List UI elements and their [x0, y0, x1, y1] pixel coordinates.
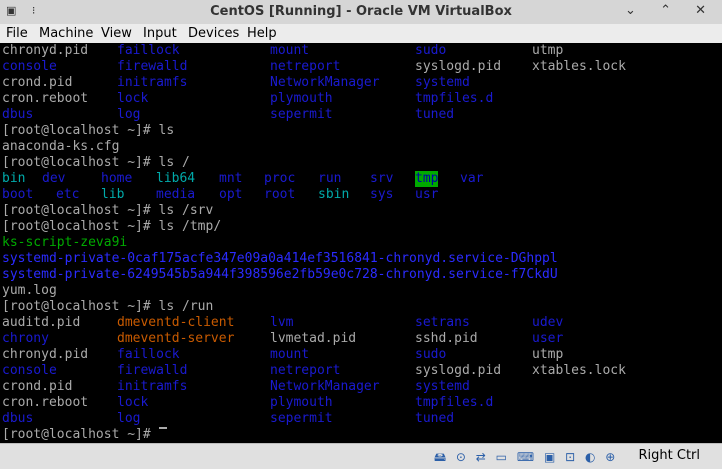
- terminal-entry: opt: [219, 187, 243, 202]
- menu-bar: File Machine View Input Devices Help: [0, 24, 722, 44]
- menu-machine[interactable]: Machine: [39, 25, 93, 42]
- terminal-entry: bin: [2, 171, 26, 186]
- terminal-entry: mount: [270, 43, 310, 58]
- terminal-entry: sudo: [415, 347, 447, 362]
- terminal-entry: log: [117, 411, 141, 426]
- terminal-entry: cron.reboot: [2, 91, 89, 106]
- terminal-entry: initramfs: [117, 75, 188, 90]
- menu-help[interactable]: Help: [247, 25, 277, 42]
- status-bar: 🖴 ⊙ ⇄ ▭ ⌨ ▣ ⊡ ◐ ⊕ Right Ctrl: [0, 443, 722, 469]
- shell-prompt: [root@localhost ~]# ls /tmp/: [2, 219, 222, 234]
- terminal-entry: NetworkManager: [270, 379, 380, 394]
- terminal-entry: syslogd.pid: [415, 59, 502, 74]
- terminal-entry: netreport: [270, 363, 341, 378]
- terminal-entry: dmeventd-server: [117, 331, 235, 346]
- window-title: CentOS [Running] - Oracle VM VirtualBox: [210, 4, 512, 19]
- terminal-entry: usr: [415, 187, 439, 202]
- menu-view[interactable]: View: [101, 25, 132, 42]
- terminal-entry: mnt: [219, 171, 243, 186]
- terminal-entry: console: [2, 363, 57, 378]
- terminal-entry: ks-script-zeva9i: [2, 235, 128, 250]
- host-key-label: Right Ctrl: [638, 448, 701, 463]
- terminal-entry: sshd.pid: [415, 331, 478, 346]
- shell-prompt: [root@localhost ~]# ls: [2, 123, 175, 138]
- terminal-entry: etc: [56, 187, 80, 202]
- terminal-entry: dmeventd-client: [117, 315, 235, 330]
- terminal-entry: syslogd.pid: [415, 363, 502, 378]
- shell-prompt: [root@localhost ~]#: [2, 427, 159, 442]
- terminal-entry: tuned: [415, 107, 455, 122]
- terminal-entry: lock: [117, 395, 149, 410]
- terminal-entry: lib: [101, 187, 125, 202]
- terminal-entry: netreport: [270, 59, 341, 74]
- terminal-entry: user: [532, 331, 564, 346]
- terminal-entry: systemd: [415, 379, 470, 394]
- terminal-entry: NetworkManager: [270, 75, 380, 90]
- terminal-entry: plymouth: [270, 395, 333, 410]
- terminal-cursor: [158, 427, 167, 429]
- terminal-entry: chronyd.pid: [2, 43, 89, 58]
- terminal-entry: log: [117, 107, 141, 122]
- terminal-entry: firewalld: [117, 363, 188, 378]
- terminal-entry: yum.log: [2, 283, 57, 298]
- terminal-entry: tuned: [415, 411, 455, 426]
- menu-input[interactable]: Input: [143, 25, 177, 42]
- terminal-entry: chronyd.pid: [2, 347, 89, 362]
- terminal-entry: run: [318, 171, 342, 186]
- terminal-entry: cron.reboot: [2, 395, 89, 410]
- shell-prompt: [root@localhost ~]# ls /: [2, 155, 190, 170]
- terminal-entry: systemd: [415, 75, 470, 90]
- terminal-entry: sbin: [318, 187, 350, 202]
- terminal-screen[interactable]: chronyd.pid faillock mount sudo utmp console f…: [0, 43, 722, 443]
- terminal-entry: lib64: [156, 171, 196, 186]
- terminal-entry: boot: [2, 187, 34, 202]
- terminal-entry: lock: [117, 91, 149, 106]
- terminal-entry: lvmetad.pid: [270, 331, 357, 346]
- shell-prompt: [root@localhost ~]# ls /run: [2, 299, 214, 314]
- terminal-entry: sepermit: [270, 107, 333, 122]
- window-controls[interactable]: ⌄ ⌃ ✕: [625, 3, 716, 18]
- window-titlebar: ▣ ⁝ CentOS [Running] - Oracle VM Virtual…: [0, 0, 722, 25]
- terminal-entry: crond.pid: [2, 379, 73, 394]
- terminal-entry: tmpfiles.d: [415, 91, 494, 106]
- terminal-entry: utmp: [532, 43, 564, 58]
- terminal-entry: systemd-private-6249545b5a944f398596e2fb…: [2, 267, 558, 282]
- terminal-entry: utmp: [532, 347, 564, 362]
- terminal-entry: sudo: [415, 43, 447, 58]
- terminal-entry: chrony: [2, 331, 49, 346]
- terminal-entry: dbus: [2, 411, 34, 426]
- terminal-entry: dbus: [2, 107, 34, 122]
- terminal-entry: setrans: [415, 315, 470, 330]
- terminal-entry: crond.pid: [2, 75, 73, 90]
- terminal-entry: var: [460, 171, 484, 186]
- terminal-entry: tmp: [415, 171, 439, 187]
- terminal-entry: faillock: [117, 43, 180, 58]
- terminal-entry: xtables.lock: [532, 59, 626, 74]
- terminal-entry: systemd-private-0caf175acfe347e09a0a414e…: [2, 251, 558, 266]
- terminal-entry: srv: [370, 171, 394, 186]
- terminal-entry: udev: [532, 315, 564, 330]
- terminal-entry: sys: [370, 187, 394, 202]
- terminal-entry: initramfs: [117, 379, 188, 394]
- terminal-entry: media: [156, 187, 196, 202]
- terminal-entry: sepermit: [270, 411, 333, 426]
- terminal-entry: anaconda-ks.cfg: [2, 139, 120, 154]
- terminal-entry: mount: [270, 347, 310, 362]
- terminal-entry: plymouth: [270, 91, 333, 106]
- shell-prompt: [root@localhost ~]# ls /srv: [2, 203, 214, 218]
- terminal-entry: faillock: [117, 347, 180, 362]
- terminal-entry: console: [2, 59, 57, 74]
- terminal-entry: auditd.pid: [2, 315, 81, 330]
- device-status-icons[interactable]: 🖴 ⊙ ⇄ ▭ ⌨ ▣ ⊡ ◐ ⊕: [434, 448, 618, 469]
- menu-file[interactable]: File: [6, 25, 28, 42]
- terminal-entry: xtables.lock: [532, 363, 626, 378]
- terminal-entry: firewalld: [117, 59, 188, 74]
- terminal-entry: tmpfiles.d: [415, 395, 494, 410]
- terminal-entry: dev: [42, 171, 66, 186]
- terminal-entry: root: [264, 187, 296, 202]
- terminal-entry: proc: [264, 171, 296, 186]
- terminal-entry: lvm: [270, 315, 294, 330]
- menu-devices[interactable]: Devices: [188, 25, 239, 42]
- terminal-entry: home: [101, 171, 133, 186]
